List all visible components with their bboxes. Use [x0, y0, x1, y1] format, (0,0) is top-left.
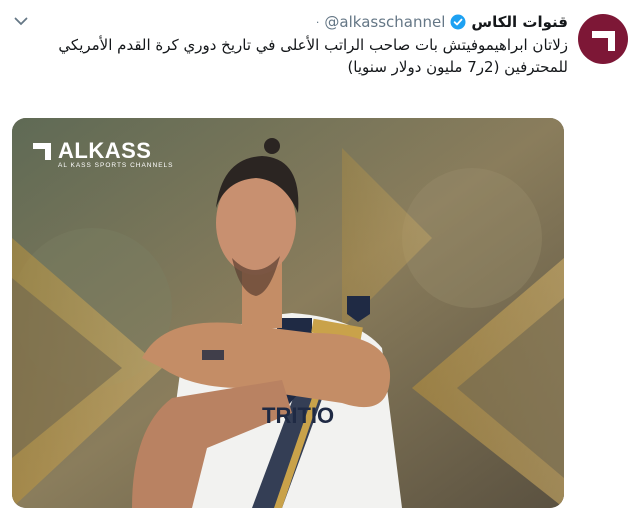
handle[interactable]: @alkasschannel [324, 13, 445, 31]
separator-dot: · [315, 15, 320, 29]
alkass-avatar-icon [592, 31, 615, 51]
avatar[interactable] [578, 14, 628, 64]
logo-text: ALKASS [58, 138, 152, 163]
alkass-logo-icon [33, 143, 51, 160]
tweet-header: قنوات الكاس @alkasschannel · [316, 10, 568, 34]
alkass-logo: ALKASS AL KASS SPORTS CHANNELS [32, 138, 173, 178]
tweet-text: زلاتان ابراهيموفيتش بات صاحب الراتب الأع… [58, 36, 568, 76]
tweet-media-photo[interactable]: TRITIO ALKASS AL KASS SPORTS CHANNELS [12, 118, 564, 508]
verified-badge-icon [450, 14, 466, 30]
chevron-down-icon[interactable] [12, 14, 30, 28]
logo-subtext: AL KASS SPORTS CHANNELS [58, 162, 174, 169]
tweet-card: قنوات الكاس @alkasschannel · زلاتان ابرا… [0, 0, 642, 508]
display-name[interactable]: قنوات الكاس [471, 13, 568, 31]
jersey-text: TRITIO [262, 403, 334, 428]
